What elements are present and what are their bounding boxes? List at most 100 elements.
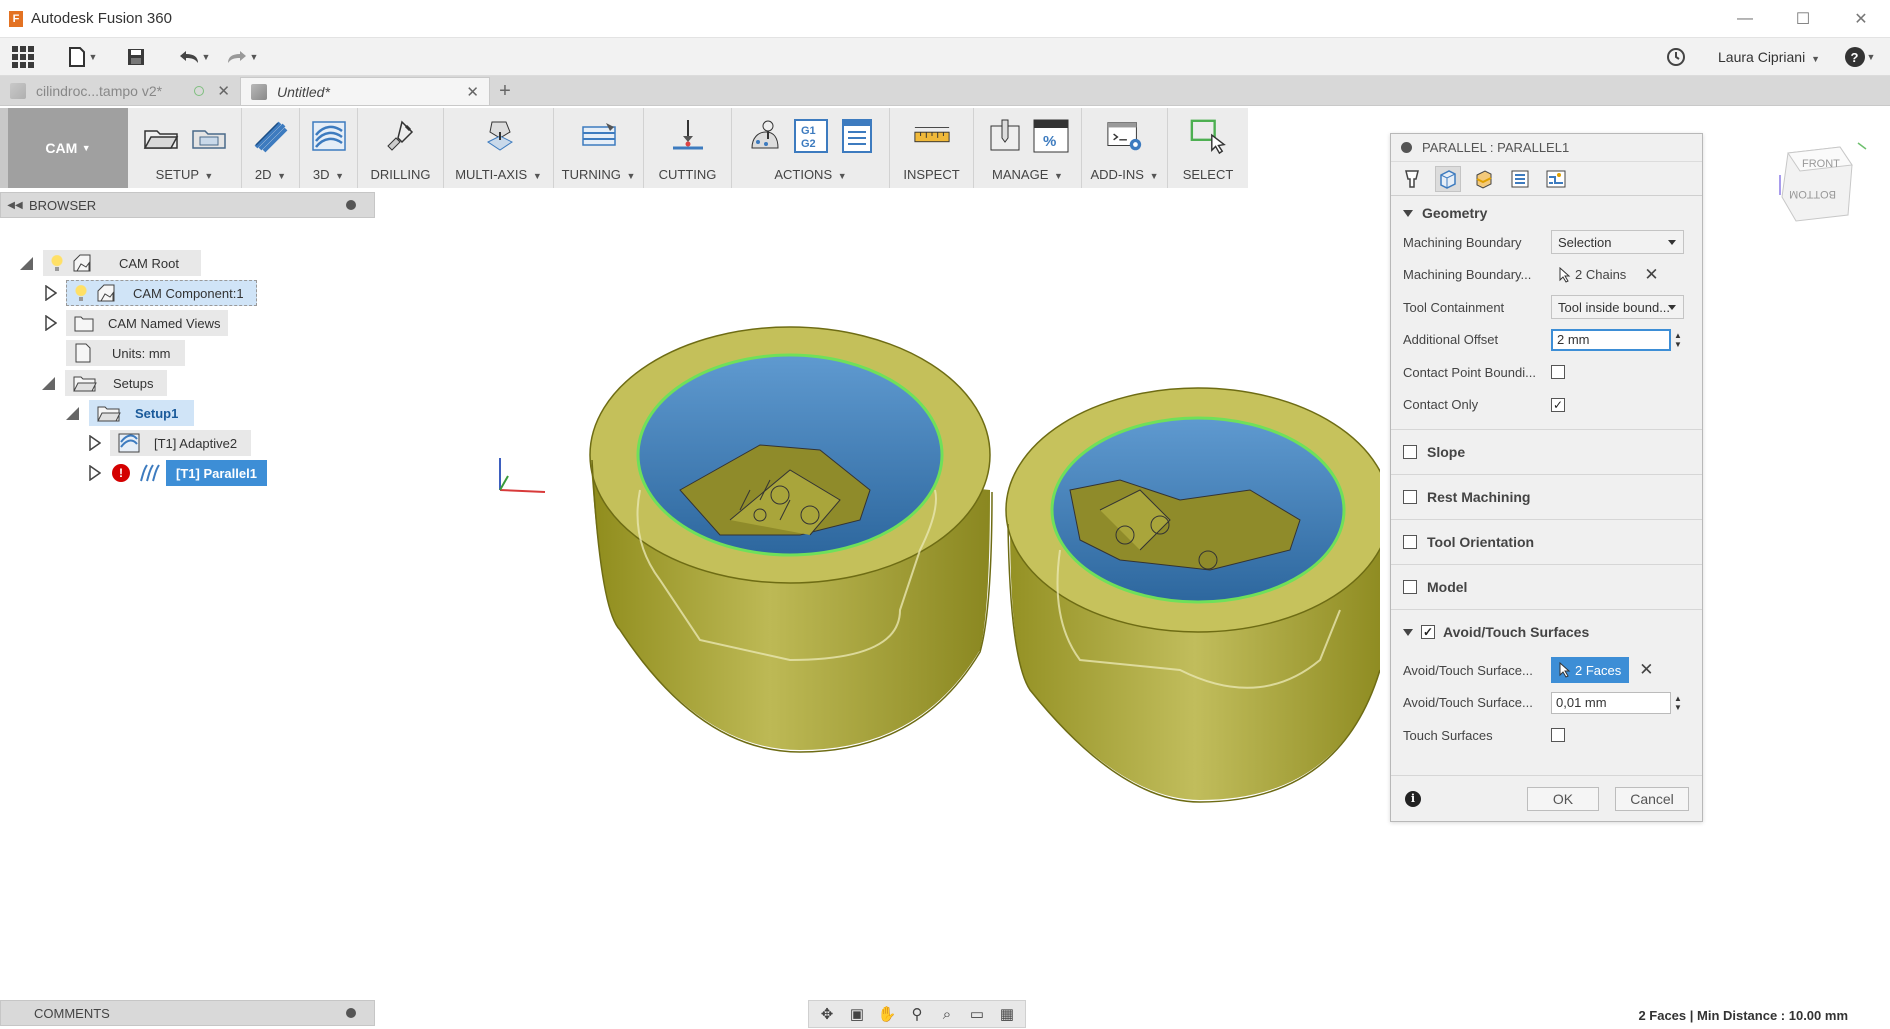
- viewcube[interactable]: FRONT BOTTOM: [1770, 135, 1870, 235]
- fit-icon[interactable]: ⌕: [935, 1003, 959, 1025]
- expand-toggle-icon[interactable]: [20, 256, 33, 270]
- new-setup-icon[interactable]: [142, 118, 180, 154]
- scripts-addins-icon[interactable]: [1106, 118, 1144, 154]
- user-menu[interactable]: Laura Cipriani ▼: [1718, 49, 1820, 65]
- clear-boundary-selection-icon[interactable]: ✕: [1644, 265, 1658, 285]
- error-icon[interactable]: !: [112, 464, 130, 482]
- expand-toggle-icon[interactable]: [88, 435, 102, 451]
- close-tab-icon[interactable]: ✕: [466, 83, 479, 101]
- info-icon[interactable]: i: [1405, 790, 1421, 807]
- display-settings-icon[interactable]: ▭: [965, 1003, 989, 1025]
- drilling-group[interactable]: DRILLING: [358, 108, 444, 188]
- file-menu-button[interactable]: ▼: [58, 38, 106, 76]
- multi-axis-icon[interactable]: [480, 118, 518, 154]
- app-grid-button[interactable]: [0, 38, 36, 76]
- collapse-browser-icon[interactable]: ◀◀: [1, 200, 29, 211]
- clear-avoid-surfaces-icon[interactable]: ✕: [1639, 660, 1653, 680]
- add-comment-icon[interactable]: [346, 1008, 356, 1018]
- template-library-icon[interactable]: %: [1032, 118, 1070, 154]
- tab-document-1[interactable]: cilindroc...tampo v2* ✕: [0, 77, 240, 105]
- avoid-offset-spinner[interactable]: ▲ ▼: [1671, 692, 1685, 714]
- units-pill[interactable]: Units: mm: [66, 340, 185, 366]
- contact-point-boundary-checkbox[interactable]: [1551, 365, 1565, 380]
- collapse-dialog-icon[interactable]: [1401, 142, 1412, 153]
- avoid-surfaces-selection-button[interactable]: 2 Faces: [1551, 657, 1630, 684]
- minimize-button[interactable]: —: [1716, 0, 1774, 38]
- zoom-icon[interactable]: ⚲: [905, 1003, 929, 1025]
- 2d-adaptive-icon[interactable]: [252, 118, 290, 154]
- setup-sheet-icon[interactable]: [190, 118, 228, 154]
- setup1-pill[interactable]: Setup1: [89, 400, 195, 426]
- stock-part-left[interactable]: [589, 326, 993, 753]
- cutting-group[interactable]: CUTTING: [644, 108, 732, 188]
- rest-machining-checkbox[interactable]: [1403, 490, 1417, 504]
- setups-pill[interactable]: Setups: [65, 370, 168, 396]
- cam-component-pill[interactable]: CAM Component:1: [66, 280, 257, 306]
- help-button[interactable]: ? ▼: [1838, 38, 1882, 76]
- look-at-icon[interactable]: ▣: [845, 1003, 869, 1025]
- maximize-button[interactable]: ☐: [1774, 0, 1832, 38]
- undo-button[interactable]: ▼: [172, 38, 216, 76]
- tab-document-2[interactable]: Untitled* ✕: [240, 77, 490, 105]
- pan-hand-icon[interactable]: ✋: [875, 1003, 899, 1025]
- cutting-icon[interactable]: [669, 118, 707, 154]
- visibility-bulb-icon[interactable]: [75, 285, 87, 301]
- tree-node-adaptive2[interactable]: [T1] Adaptive2: [88, 430, 252, 456]
- multi-axis-group[interactable]: MULTI-AXIS ▼: [444, 108, 554, 188]
- setup-group[interactable]: SETUP ▼: [128, 108, 242, 188]
- tab-passes[interactable]: [1507, 166, 1533, 192]
- inspect-group[interactable]: INSPECT: [890, 108, 974, 188]
- turning-group[interactable]: TURNING ▼: [554, 108, 644, 188]
- close-window-button[interactable]: ✕: [1832, 0, 1890, 38]
- cancel-button[interactable]: Cancel: [1615, 786, 1689, 811]
- grid-settings-icon[interactable]: ▦: [995, 1003, 1019, 1025]
- tree-node-setup1[interactable]: Setup1: [66, 400, 195, 426]
- tree-node-setups[interactable]: Setups: [42, 370, 168, 396]
- expand-toggle-icon[interactable]: [44, 315, 58, 331]
- browser-minimize-icon[interactable]: [346, 200, 356, 210]
- post-process-icon[interactable]: G1 G2: [792, 118, 830, 154]
- expand-toggle-icon[interactable]: [44, 285, 58, 301]
- measure-icon[interactable]: [913, 118, 951, 154]
- tool-orientation-checkbox[interactable]: [1403, 535, 1417, 549]
- actions-group[interactable]: G1 G2 ACTIONS ▼: [732, 108, 890, 188]
- model-checkbox[interactable]: [1403, 580, 1417, 594]
- tool-library-icon[interactable]: [986, 118, 1024, 154]
- parallel1-pill[interactable]: [T1] Parallel1: [166, 460, 267, 486]
- collapse-arrow-icon[interactable]: [1403, 628, 1413, 636]
- tab-geometry[interactable]: [1435, 165, 1461, 192]
- manage-group[interactable]: % MANAGE ▼: [974, 108, 1082, 188]
- expand-toggle-icon[interactable]: [66, 406, 79, 420]
- machining-boundary-select[interactable]: Selection: [1551, 230, 1684, 255]
- 2d-group[interactable]: 2D ▼: [242, 108, 300, 188]
- tree-node-cam-component[interactable]: CAM Component:1: [44, 280, 257, 306]
- 3d-group[interactable]: 3D ▼: [300, 108, 358, 188]
- ok-button[interactable]: OK: [1527, 786, 1599, 811]
- tree-node-parallel1[interactable]: ! [T1] Parallel1: [88, 460, 267, 486]
- stock-part-right[interactable]: [1005, 387, 1380, 803]
- avoid-offset-input[interactable]: 0,01 mm: [1551, 691, 1671, 714]
- 3d-viewport[interactable]: [380, 190, 1380, 990]
- tool-containment-select[interactable]: Tool inside bound...: [1551, 295, 1684, 320]
- adaptive2-pill[interactable]: [T1] Adaptive2: [110, 430, 252, 456]
- expand-toggle-icon[interactable]: [42, 376, 55, 390]
- redo-button[interactable]: ▼: [220, 38, 264, 76]
- job-status-button[interactable]: [1664, 38, 1688, 76]
- tree-node-named-views[interactable]: CAM Named Views: [44, 310, 229, 336]
- 3d-adaptive-icon[interactable]: [310, 118, 348, 154]
- select-group[interactable]: SELECT: [1168, 108, 1248, 188]
- add-ins-group[interactable]: ADD-INS ▼: [1082, 108, 1168, 188]
- tree-node-units[interactable]: Units: mm: [66, 340, 185, 366]
- geometry-section-toggle[interactable]: Geometry: [1391, 200, 1702, 226]
- workspace-switcher[interactable]: CAM ▼: [0, 108, 128, 188]
- tab-linking[interactable]: [1543, 166, 1569, 192]
- turning-icon[interactable]: [580, 118, 618, 154]
- setup-sheet-doc-icon[interactable]: [838, 118, 876, 154]
- boundary-selection-button[interactable]: 2 Chains: [1551, 262, 1634, 288]
- save-button[interactable]: [114, 38, 158, 76]
- select-arrow-icon[interactable]: [1189, 118, 1227, 155]
- drill-icon[interactable]: [382, 118, 420, 154]
- new-tab-button[interactable]: +: [490, 77, 520, 105]
- visibility-bulb-icon[interactable]: [51, 255, 63, 271]
- touch-surfaces-checkbox[interactable]: [1551, 728, 1565, 743]
